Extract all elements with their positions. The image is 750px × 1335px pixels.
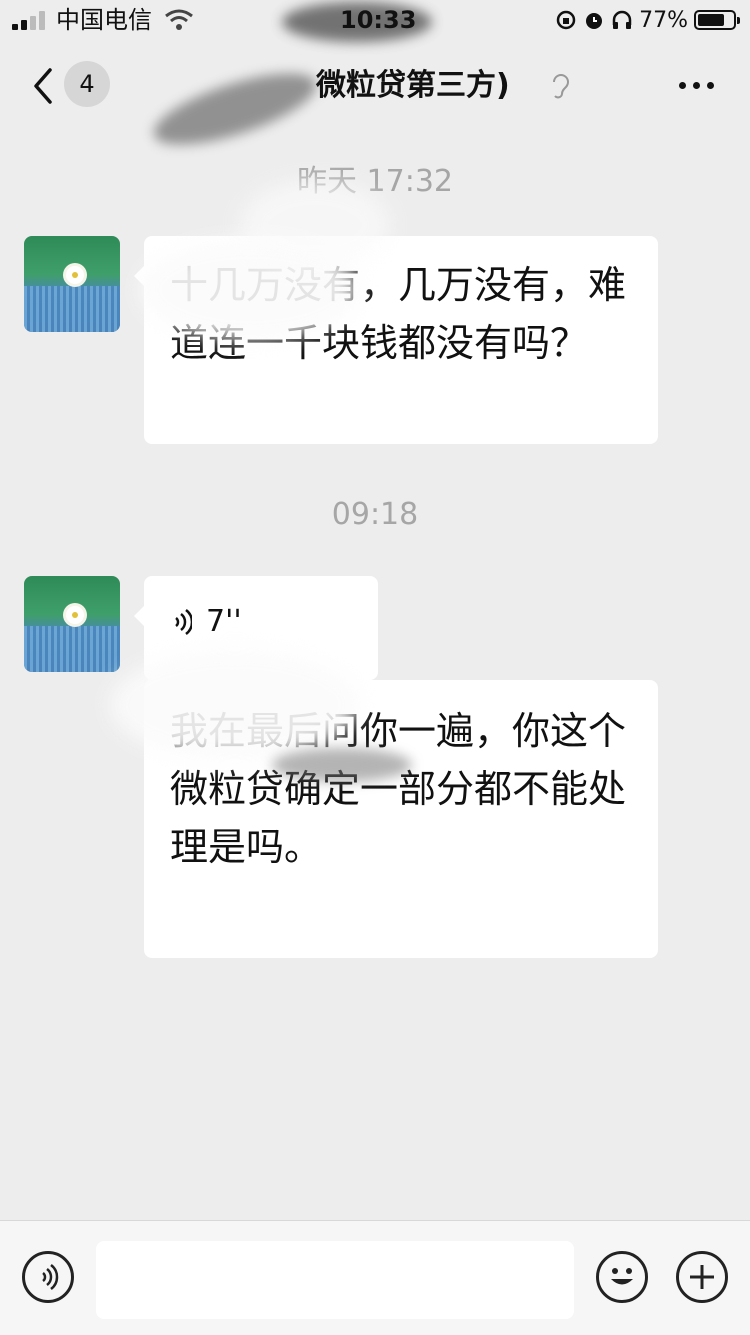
wifi-icon xyxy=(165,9,193,30)
chevron-left-icon[interactable] xyxy=(28,64,58,108)
unread-count-badge[interactable]: 4 xyxy=(64,61,110,107)
battery-level-fill xyxy=(698,14,724,26)
message-input[interactable] xyxy=(96,1241,574,1319)
rotation-lock-icon xyxy=(556,10,576,30)
redaction-cloud xyxy=(110,650,360,760)
voice-input-icon[interactable] xyxy=(22,1251,74,1303)
more-icon[interactable] xyxy=(679,82,714,89)
avatar[interactable] xyxy=(24,576,120,672)
input-toolbar xyxy=(0,1220,750,1335)
chat-header: 4 微粒贷第三方) xyxy=(0,44,750,160)
plus-icon[interactable] xyxy=(676,1251,728,1303)
chat-title[interactable]: 微粒贷第三方) xyxy=(316,66,510,106)
redaction-cloud xyxy=(240,180,390,270)
signal-icon xyxy=(12,10,48,30)
ear-icon xyxy=(553,74,570,99)
status-icons: 77% xyxy=(555,6,740,34)
avatar[interactable] xyxy=(24,236,120,332)
carrier-name: 中国电信 xyxy=(56,6,152,34)
voice-duration: 7'' xyxy=(206,604,242,639)
redaction-scribble xyxy=(272,748,412,782)
alarm-icon xyxy=(586,13,603,29)
redaction-scribble xyxy=(146,58,324,160)
voice-wave-icon xyxy=(175,608,192,635)
battery-icon xyxy=(694,10,740,30)
headphones-icon xyxy=(612,10,632,29)
status-bar: 中国电信 10:33 77% xyxy=(0,0,750,42)
message-timestamp: 09:18 xyxy=(331,497,419,532)
message-timestamp: 昨天 17:32 xyxy=(297,164,453,199)
status-time: 10:33 xyxy=(340,6,417,34)
battery-percent: 77% xyxy=(639,7,688,33)
emoji-icon[interactable] xyxy=(596,1251,648,1303)
